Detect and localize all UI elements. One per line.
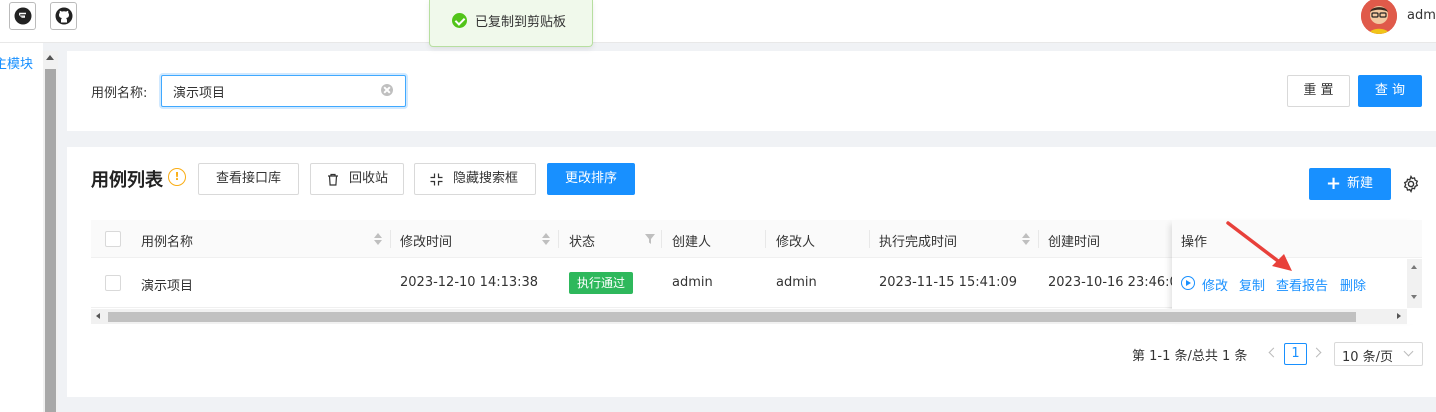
column-divider (765, 230, 766, 248)
new-case-button[interactable]: + 新建 (1309, 168, 1391, 200)
page-number-current[interactable]: 1 (1284, 343, 1307, 365)
query-button[interactable]: 查 询 (1358, 75, 1422, 107)
filter-status-icon[interactable] (645, 234, 655, 244)
table-vertical-scrollbar[interactable] (1407, 259, 1422, 308)
column-header-creator: 创建人 (672, 235, 712, 250)
sort-modified-time-icon[interactable] (542, 233, 550, 245)
plus-icon: + (1326, 173, 1342, 194)
scroll-left-arrow-icon[interactable] (96, 313, 100, 319)
column-header-actions: 操作 (1181, 235, 1208, 250)
case-name-label: 用例名称: (91, 86, 148, 101)
delete-link[interactable]: 删除 (1340, 275, 1366, 294)
prev-page-icon[interactable] (1268, 347, 1279, 358)
scroll-down-arrow-icon[interactable] (1411, 295, 1417, 299)
column-header-created-time: 创建时间 (1048, 235, 1101, 250)
column-divider (869, 230, 870, 248)
scroll-up-arrow-icon[interactable] (1411, 265, 1417, 269)
github-icon[interactable] (50, 2, 77, 30)
table-horizontal-scrollbar[interactable] (91, 309, 1407, 324)
column-divider (558, 230, 559, 248)
copy-success-toast: 已复制到剪贴板 (429, 0, 593, 47)
modified-time-cell: 2023-12-10 14:13:38 (400, 275, 539, 290)
gitee-icon[interactable] (9, 2, 36, 30)
column-divider (1038, 230, 1039, 248)
column-header-modifier: 修改人 (776, 235, 816, 250)
horizontal-scrollbar-thumb[interactable] (108, 312, 1356, 322)
info-circle-icon[interactable]: ! (168, 168, 186, 186)
status-badge: 执行通过 (569, 272, 634, 294)
case-name-input[interactable] (161, 75, 406, 107)
page-size-value: 10 条/页 (1342, 350, 1394, 365)
column-header-finished-time: 执行完成时间 (879, 235, 958, 250)
chevron-down-icon (1403, 346, 1414, 357)
case-name-cell: 演示项目 (141, 279, 194, 294)
scroll-right-arrow-icon[interactable] (1397, 313, 1401, 319)
new-case-label: 新建 (1347, 176, 1374, 191)
list-title: 用例列表 (91, 170, 163, 191)
view-api-library-button[interactable]: 查看接口库 (198, 163, 299, 195)
finished-time-cell: 2023-11-15 15:41:09 (879, 275, 1018, 290)
page-size-select[interactable]: 10 条/页 (1334, 342, 1423, 366)
column-header-name: 用例名称 (141, 235, 194, 250)
column-header-status: 状态 (569, 235, 596, 250)
scroll-up-arrow-icon[interactable] (46, 55, 54, 60)
annotation-arrow-icon (1226, 221, 1292, 271)
trash-icon (328, 173, 338, 186)
pagination-total: 第 1-1 条/总共 1 条 (1132, 349, 1248, 364)
sidebar: 主模块 (0, 43, 43, 412)
recycle-bin-label: 回收站 (349, 171, 389, 186)
settings-gear-icon[interactable] (1402, 175, 1420, 193)
sort-finished-time-icon[interactable] (1022, 233, 1030, 245)
check-circle-icon (452, 13, 467, 28)
column-header-modified-time: 修改时间 (400, 235, 453, 250)
search-panel: 用例名称: 重 置 查 询 (67, 51, 1436, 131)
play-circle-icon[interactable] (1181, 276, 1195, 290)
column-divider (390, 230, 391, 248)
user-avatar[interactable] (1361, 0, 1397, 34)
hide-search-label: 隐藏搜索框 (453, 171, 519, 186)
top-header: adm (0, 0, 1436, 43)
reset-button[interactable]: 重 置 (1287, 75, 1350, 107)
recycle-bin-button[interactable]: 回收站 (310, 163, 404, 195)
scrollbar-thumb[interactable] (45, 69, 56, 412)
select-all-checkbox[interactable] (105, 231, 121, 247)
sort-name-icon[interactable] (374, 233, 382, 245)
page-scrollbar[interactable] (43, 51, 58, 412)
hide-search-button[interactable]: 隐藏搜索框 (414, 163, 536, 195)
change-sort-button[interactable]: 更改排序 (547, 163, 635, 195)
clear-input-icon[interactable] (381, 84, 393, 96)
sidebar-item-main-module[interactable]: 主模块 (0, 53, 33, 72)
creator-cell: admin (672, 275, 713, 290)
created-time-cell: 2023-10-16 23:46:04 (1048, 275, 1187, 290)
column-divider (661, 230, 662, 248)
toast-message: 已复制到剪贴板 (475, 15, 567, 30)
row-checkbox[interactable] (105, 275, 121, 291)
user-name[interactable]: adm (1407, 8, 1436, 23)
modifier-cell: admin (776, 275, 817, 290)
next-page-icon[interactable] (1311, 347, 1322, 358)
compress-icon (430, 173, 443, 186)
